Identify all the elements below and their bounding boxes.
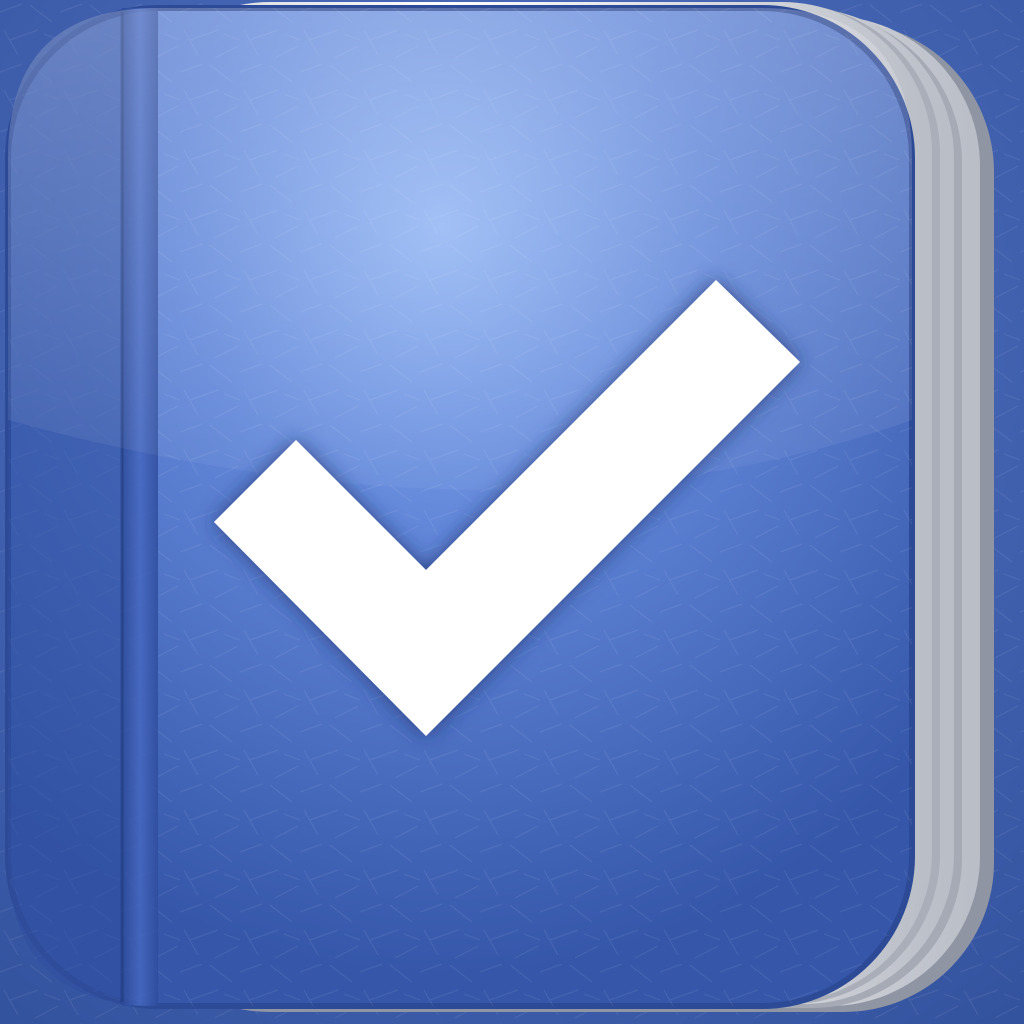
gloss-highlight [8,8,912,490]
notebook-icon [0,0,1024,1024]
app-icon [0,0,1024,1024]
